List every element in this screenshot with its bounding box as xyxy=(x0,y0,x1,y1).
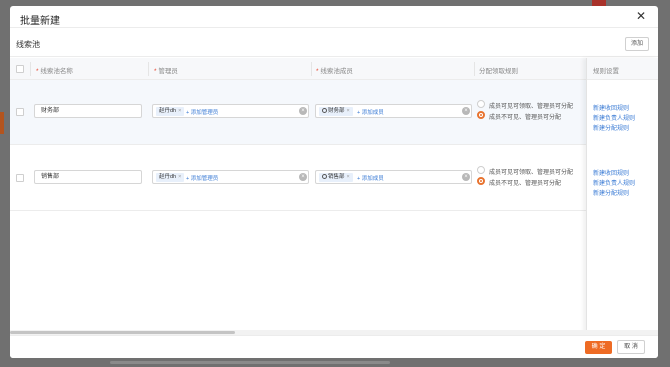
row-checkbox[interactable] xyxy=(16,108,24,116)
pool-name-input[interactable]: 财务部 xyxy=(34,104,142,118)
new-recall-rule-link[interactable]: 新建收回规则 xyxy=(593,103,629,112)
rule-option-label: 成员可见可领取、管理员可分配 xyxy=(489,170,574,176)
org-icon xyxy=(322,174,327,179)
add-member-link[interactable]: + 添加成员 xyxy=(357,108,384,116)
column-divider xyxy=(311,62,312,76)
horizontal-scrollbar-thumb[interactable] xyxy=(10,331,235,334)
cancel-button[interactable]: 取 消 xyxy=(617,340,645,354)
rule-radio-visible[interactable] xyxy=(477,100,485,108)
column-header-name: * 线索池名称 xyxy=(36,68,73,75)
column-divider xyxy=(474,62,475,76)
admin-tag: 赵丹dh × xyxy=(156,107,185,116)
admin-tag: 赵丹dh × xyxy=(156,173,185,182)
remove-tag-icon[interactable]: × xyxy=(178,108,181,114)
add-button[interactable]: 添加 xyxy=(625,37,649,51)
confirm-button[interactable]: 确 定 xyxy=(585,341,612,354)
row-checkbox[interactable] xyxy=(16,174,24,182)
admin-select[interactable]: 赵丹dh × + 添加管理员 × xyxy=(152,104,309,118)
column-divider xyxy=(148,62,149,76)
rule-settings-column: 规则设置 新建收回规则 新建负责人规则 新建分配规则 新建收回规则 新建负责人规… xyxy=(586,58,658,337)
select-all-checkbox[interactable] xyxy=(16,65,24,73)
column-header-admins: * 管理员 xyxy=(154,68,178,75)
close-icon[interactable]: ✕ xyxy=(634,9,648,23)
batch-create-modal: 批量新建 ✕ 线索池 添加 * 线索池名称 * 管理员 * 线索池成员 分配领取… xyxy=(10,6,658,358)
add-admin-link[interactable]: + 添加管理员 xyxy=(186,174,218,182)
member-tag: 财务部 × xyxy=(319,107,353,116)
table-row: 财务部 赵丹dh × + 添加管理员 × 财务部 × + 添加成员 × 成员可见可领… xyxy=(10,80,658,145)
rule-option-label: 成员不可见、管理员可分配 xyxy=(489,181,562,187)
background-scrollbar xyxy=(110,361,390,364)
rule-option-label: 成员可见可领取、管理员可分配 xyxy=(489,104,574,110)
new-owner-rule-link[interactable]: 新建负责人规则 xyxy=(593,113,635,122)
clear-icon[interactable]: × xyxy=(462,173,470,181)
new-recall-rule-link[interactable]: 新建收回规则 xyxy=(593,168,629,177)
rule-radio-invisible[interactable] xyxy=(477,177,485,185)
member-select[interactable]: 财务部 × + 添加成员 × xyxy=(315,104,472,118)
column-header-settings: 规则设置 xyxy=(593,68,619,75)
column-divider xyxy=(30,62,31,76)
remove-tag-icon[interactable]: × xyxy=(178,174,181,180)
clear-icon[interactable]: × xyxy=(462,107,470,115)
modal-footer: 确 定 取 消 xyxy=(10,335,658,358)
remove-tag-icon[interactable]: × xyxy=(347,174,350,180)
table-header: * 线索池名称 * 管理员 * 线索池成员 分配领取规则 xyxy=(10,58,658,80)
org-icon xyxy=(322,108,327,113)
admin-select[interactable]: 赵丹dh × + 添加管理员 × xyxy=(152,170,309,184)
remove-tag-icon[interactable]: × xyxy=(347,108,350,114)
rule-option-label: 成员不可见、管理员可分配 xyxy=(489,115,562,121)
modal-title: 批量新建 xyxy=(20,16,60,27)
add-member-link[interactable]: + 添加成员 xyxy=(357,174,384,182)
pool-name-input[interactable]: 销售部 xyxy=(34,170,142,184)
member-select[interactable]: 销售部 × + 添加成员 × xyxy=(315,170,472,184)
add-admin-link[interactable]: + 添加管理员 xyxy=(186,108,218,116)
member-tag: 销售部 × xyxy=(319,173,353,182)
clear-icon[interactable]: × xyxy=(299,173,307,181)
new-assign-rule-link[interactable]: 新建分配规则 xyxy=(593,123,629,132)
column-header-members: * 线索池成员 xyxy=(316,68,353,75)
rule-radio-visible[interactable] xyxy=(477,166,485,174)
new-assign-rule-link[interactable]: 新建分配规则 xyxy=(593,188,629,197)
table-row: 销售部 赵丹dh × + 添加管理员 × 销售部 × + 添加成员 × 成员可见可领… xyxy=(10,146,658,211)
new-owner-rule-link[interactable]: 新建负责人规则 xyxy=(593,178,635,187)
rule-radio-invisible[interactable] xyxy=(477,111,485,119)
modal-header: 批量新建 ✕ xyxy=(10,6,658,28)
clear-icon[interactable]: × xyxy=(299,107,307,115)
pool-table: * 线索池名称 * 管理员 * 线索池成员 分配领取规则 财务部 赵丹dh × +… xyxy=(10,58,658,337)
column-header-rule: 分配领取规则 xyxy=(479,68,518,75)
section-header: 线索池 添加 xyxy=(10,33,658,57)
rule-settings-header: 规则设置 xyxy=(587,58,658,80)
background-accent-bar xyxy=(0,112,4,134)
section-title: 线索池 xyxy=(16,40,40,49)
